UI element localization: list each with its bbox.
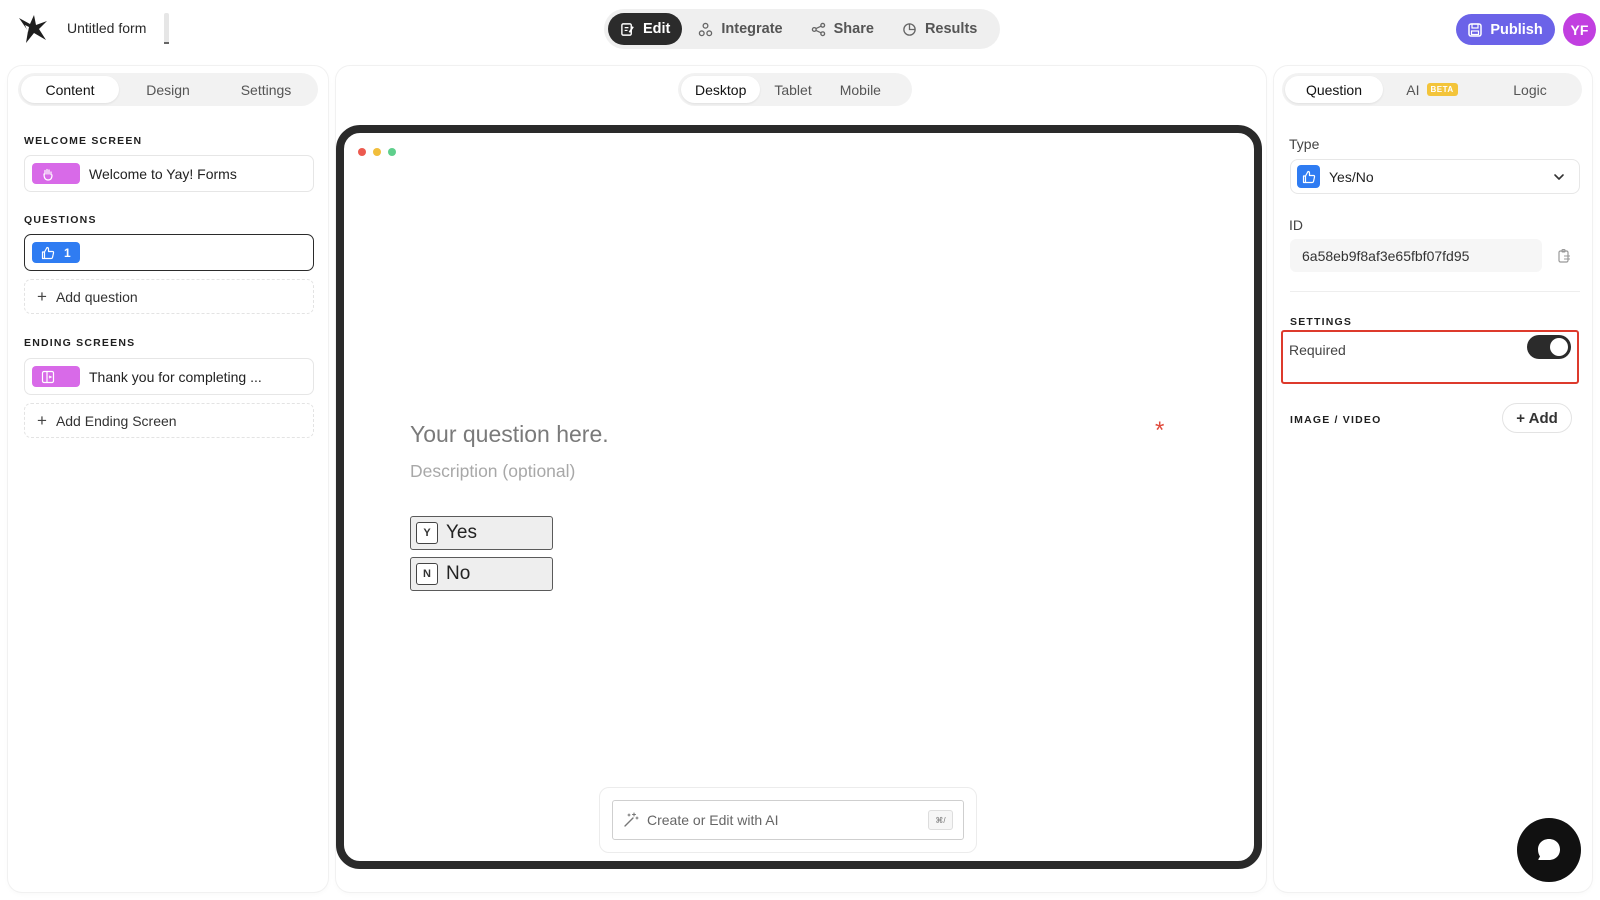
title-edit-caret[interactable] — [164, 13, 169, 44]
choice-label-yes: Yes — [446, 522, 477, 543]
tab-tablet[interactable]: Tablet — [760, 76, 825, 103]
welcome-chip — [32, 163, 80, 184]
question-id-field[interactable]: 6a58eb9f8af3e65fbf07fd95 — [1290, 239, 1542, 272]
choice-key-y: Y — [416, 522, 438, 544]
thumbs-up-icon — [1302, 170, 1315, 183]
plus-icon: + — [37, 411, 47, 430]
ending-screens-heading: ENDING SCREENS — [24, 337, 136, 349]
choice-no[interactable]: N No — [410, 557, 553, 591]
window-dot-red — [358, 148, 366, 156]
form-title[interactable]: Untitled form — [67, 20, 146, 36]
preview-panel: Desktop Tablet Mobile Your question here… — [336, 66, 1266, 892]
nav-results-label: Results — [924, 21, 978, 37]
required-asterisk: * — [1155, 417, 1165, 444]
question-title-input[interactable]: Your question here. — [410, 421, 609, 448]
right-panel-tabs: Question AI BETA Logic — [1282, 73, 1582, 106]
copy-icon[interactable] — [1556, 248, 1572, 264]
welcome-screen-heading: WELCOME SCREEN — [24, 135, 143, 147]
settings-divider — [1290, 291, 1580, 292]
question-item-1[interactable]: 1 — [24, 234, 314, 271]
integrate-icon — [699, 22, 713, 36]
hand-wave-icon — [43, 168, 53, 181]
question-description-input[interactable]: Description (optional) — [410, 461, 575, 482]
exit-door-icon — [41, 370, 55, 383]
plus-icon: + — [37, 287, 47, 306]
share-icon — [811, 22, 825, 36]
choice-label-no: No — [446, 563, 471, 584]
window-dot-green — [388, 148, 396, 156]
ai-prompt-placeholder: Create or Edit with AI — [647, 812, 779, 828]
id-label: ID — [1289, 217, 1303, 233]
questions-heading: QUESTIONS — [24, 214, 97, 226]
ending-item-label: Thank you for completing ... — [89, 368, 262, 385]
save-icon — [1468, 22, 1483, 37]
tab-question[interactable]: Question — [1285, 76, 1383, 103]
welcome-screen-item[interactable]: Welcome to Yay! Forms — [24, 155, 314, 192]
settings-heading: SETTINGS — [1290, 316, 1353, 328]
type-chip — [1297, 165, 1320, 188]
device-tabs: Desktop Tablet Mobile — [678, 73, 912, 106]
add-question-label: Add question — [55, 288, 138, 305]
beta-badge: BETA — [1426, 83, 1458, 96]
nav-integrate[interactable]: Integrate — [686, 13, 794, 45]
choice-key-n: N — [416, 563, 438, 585]
chevron-down-icon — [1554, 174, 1564, 180]
tab-desktop[interactable]: Desktop — [681, 76, 761, 103]
chat-icon — [1538, 839, 1560, 860]
tab-content[interactable]: Content — [21, 76, 119, 103]
question-chip: 1 — [32, 242, 80, 263]
publish-label: Publish — [1490, 21, 1543, 38]
thumbs-up-icon — [41, 246, 55, 259]
ai-prompt-input[interactable]: Create or Edit with AI ⌘/ — [612, 800, 964, 840]
image-video-heading: IMAGE / VIDEO — [1290, 414, 1382, 426]
results-icon — [903, 22, 916, 36]
tab-ai[interactable]: AI BETA — [1383, 76, 1481, 103]
left-panel-tabs: Content Design Settings — [18, 73, 318, 106]
desktop-preview-frame: Your question here. * Description (optio… — [336, 125, 1262, 869]
required-toggle[interactable] — [1527, 335, 1571, 359]
main-nav: Edit Integrate Share Results — [604, 9, 1000, 49]
content-panel: Content Design Settings WELCOME SCREEN W… — [8, 66, 328, 892]
edit-icon — [621, 22, 634, 36]
tab-design[interactable]: Design — [119, 76, 217, 103]
user-avatar[interactable]: YF — [1563, 13, 1596, 46]
question-type-select[interactable]: Yes/No — [1290, 159, 1580, 194]
window-dots — [358, 148, 396, 156]
nav-edit-label: Edit — [643, 21, 671, 37]
nav-share[interactable]: Share — [799, 13, 886, 45]
add-ending-label: Add Ending Screen — [55, 412, 177, 429]
add-media-button[interactable]: + Add — [1502, 403, 1572, 433]
magic-wand-icon — [624, 812, 639, 827]
question-settings-panel: Question AI BETA Logic Type Yes/No ID 6a… — [1274, 66, 1592, 892]
chat-support-button[interactable] — [1517, 818, 1581, 882]
question-number: 1 — [64, 245, 71, 260]
nav-integrate-label: Integrate — [721, 21, 783, 37]
ending-chip — [32, 366, 80, 387]
welcome-item-label: Welcome to Yay! Forms — [89, 165, 237, 182]
tab-ai-label: AI — [1406, 81, 1420, 98]
yay-logo-icon[interactable] — [16, 12, 50, 46]
required-label: Required — [1289, 342, 1346, 358]
type-value: Yes/No — [1329, 168, 1374, 185]
ai-shortcut-hint: ⌘/ — [928, 810, 953, 830]
tab-settings[interactable]: Settings — [217, 76, 315, 103]
type-label: Type — [1289, 136, 1320, 152]
add-question-button[interactable]: + Add question — [24, 279, 314, 314]
ai-prompt-container: Create or Edit with AI ⌘/ — [599, 787, 977, 853]
top-bar: Untitled form Edit Integrate Share Resul… — [0, 0, 1600, 58]
add-ending-screen-button[interactable]: + Add Ending Screen — [24, 403, 314, 438]
nav-share-label: Share — [833, 21, 874, 37]
toggle-knob — [1550, 338, 1568, 356]
choice-yes[interactable]: Y Yes — [410, 516, 553, 550]
nav-edit[interactable]: Edit — [608, 13, 683, 45]
tab-mobile[interactable]: Mobile — [826, 76, 895, 103]
publish-button[interactable]: Publish — [1456, 14, 1555, 45]
window-dot-yellow — [373, 148, 381, 156]
nav-results[interactable]: Results — [890, 13, 989, 45]
ending-screen-item[interactable]: Thank you for completing ... — [24, 358, 314, 395]
tab-logic[interactable]: Logic — [1481, 76, 1579, 103]
